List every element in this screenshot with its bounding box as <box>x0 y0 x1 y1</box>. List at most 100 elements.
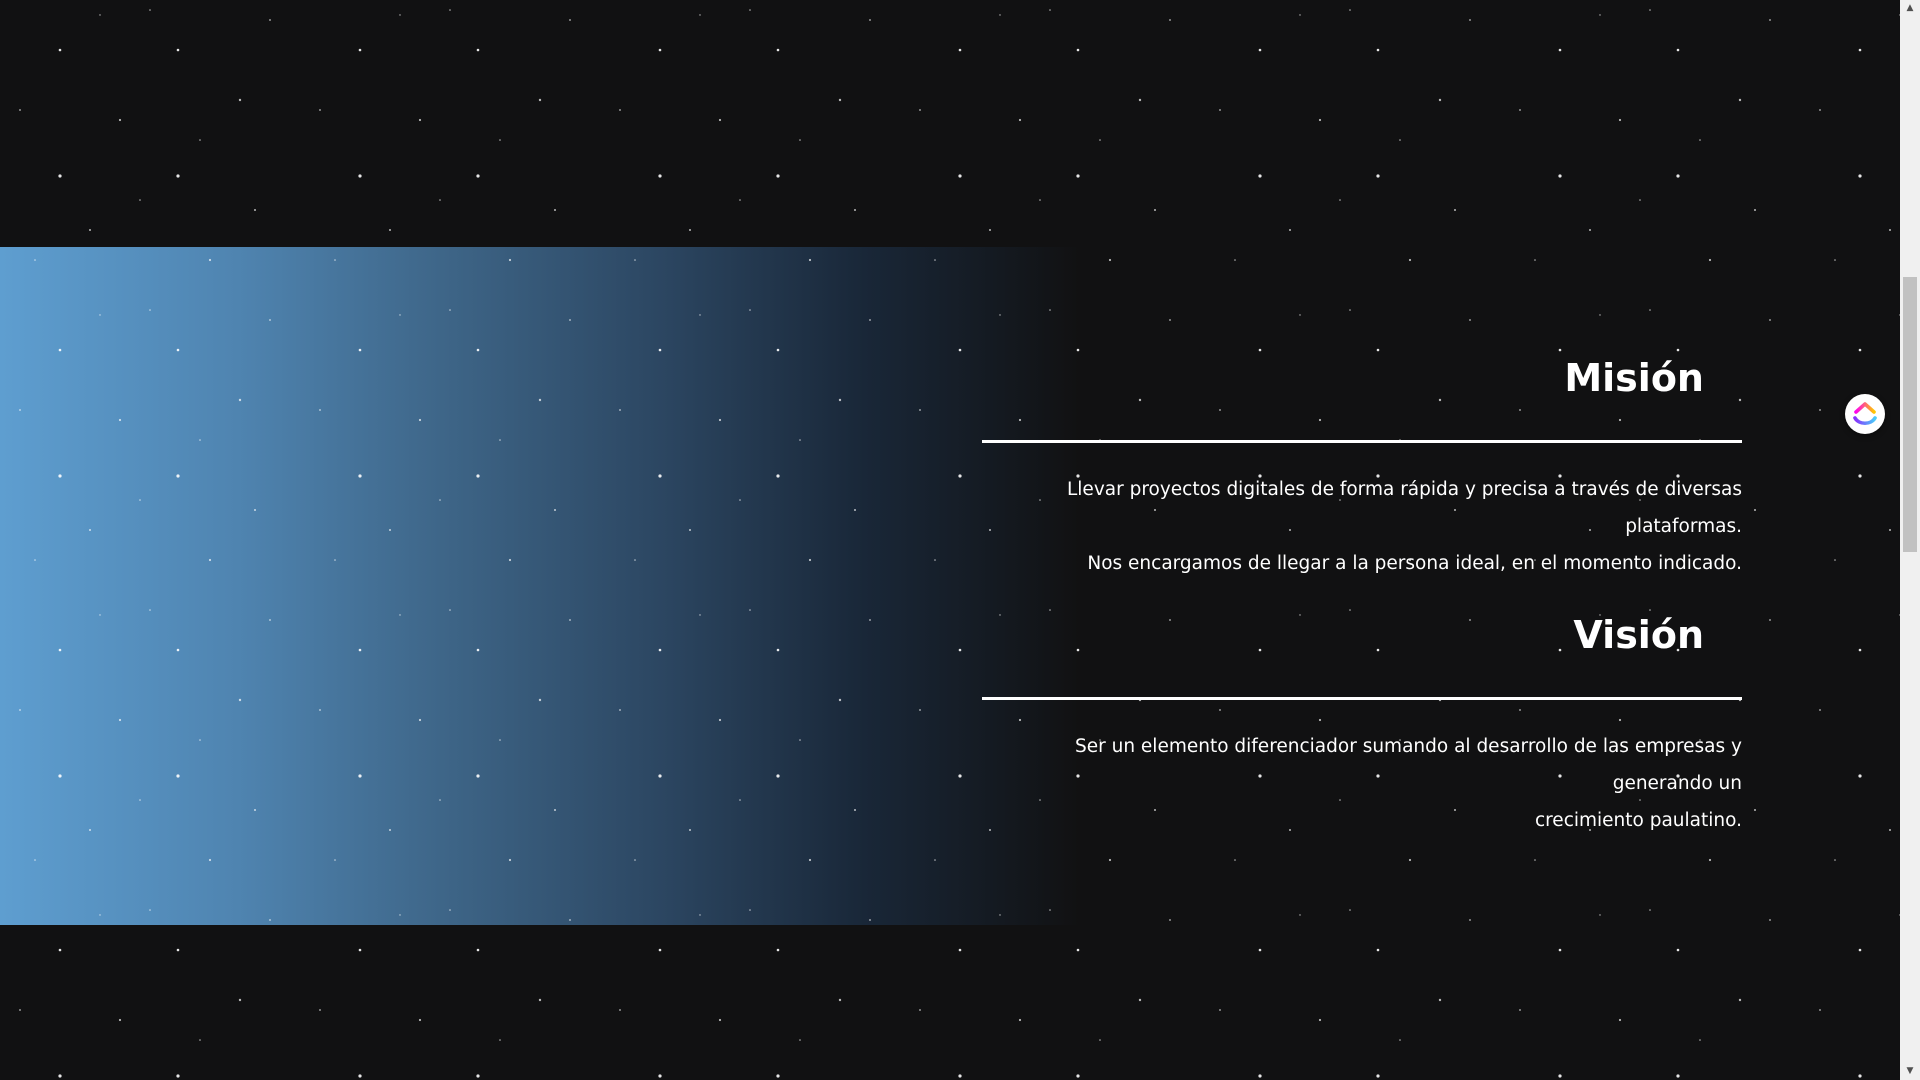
star-dot <box>99 914 101 916</box>
star-dot <box>838 98 842 102</box>
star-dot <box>689 829 691 831</box>
star-dot <box>58 774 62 778</box>
star-dot <box>554 509 556 511</box>
star-dot <box>634 859 636 861</box>
star-dot <box>658 948 662 952</box>
star-dot <box>1438 98 1442 102</box>
star-dot <box>808 258 812 262</box>
star-dot <box>658 774 662 778</box>
clickup-logo-icon <box>1853 402 1877 426</box>
star-dot <box>1858 648 1862 652</box>
star-dot <box>1299 314 1301 316</box>
star-dot <box>254 509 256 511</box>
star-dot <box>58 648 62 652</box>
star-dot <box>1376 948 1380 952</box>
star-dot <box>1738 998 1742 1002</box>
star-dot <box>1769 319 1771 321</box>
star-dot <box>34 259 36 261</box>
star-dot <box>334 259 336 261</box>
star-dot <box>869 319 871 321</box>
star-dot <box>199 139 201 141</box>
star-dot <box>1076 948 1080 952</box>
vision-heading: Visión <box>1573 613 1704 657</box>
vertical-scrollbar[interactable]: ▲ ▼ <box>1900 0 1920 1080</box>
star-dot <box>569 19 571 21</box>
star-dot <box>854 209 856 211</box>
star-dot <box>1534 259 1536 261</box>
star-dot <box>1889 829 1891 831</box>
star-dot <box>1349 9 1351 11</box>
star-dot <box>958 774 962 778</box>
star-dot <box>1699 1039 1701 1041</box>
star-dot <box>58 348 62 352</box>
star-dot <box>1676 348 1680 352</box>
star-dot <box>1858 474 1862 478</box>
star-dot <box>1376 174 1380 178</box>
star-dot <box>34 859 36 861</box>
star-dot <box>776 48 780 52</box>
star-dot <box>1469 319 1471 321</box>
star-dot <box>58 948 62 952</box>
mission-heading: Misión <box>1564 356 1704 400</box>
star-dot <box>934 859 936 861</box>
star-dot <box>689 229 691 231</box>
star-dot <box>399 914 401 916</box>
star-dot <box>958 48 962 52</box>
star-dot <box>1376 1074 1380 1078</box>
star-dot <box>1258 174 1262 178</box>
star-dot <box>1376 48 1380 52</box>
star-dot <box>958 648 962 652</box>
star-dot <box>449 909 451 911</box>
star-dot <box>334 859 336 861</box>
star-dot <box>1289 229 1291 231</box>
star-dot <box>58 474 62 478</box>
star-dot <box>1819 1009 1821 1011</box>
star-dot <box>1558 174 1562 178</box>
star-dot <box>1076 174 1080 178</box>
star-dot <box>658 648 662 652</box>
star-dot <box>58 48 62 52</box>
star-dot <box>238 698 242 702</box>
star-dot <box>1708 858 1712 862</box>
star-dot <box>869 19 871 21</box>
star-dot <box>358 174 362 178</box>
star-dot <box>1169 319 1171 321</box>
star-dot <box>1399 139 1401 141</box>
star-dot <box>1676 948 1680 952</box>
star-dot <box>358 1074 362 1078</box>
star-dot <box>1589 229 1591 231</box>
mission-vision-content: Misión Llevar proyectos digitales de for… <box>982 355 1742 839</box>
star-dot <box>934 559 936 561</box>
star-dot <box>269 19 271 21</box>
star-dot <box>508 858 512 862</box>
scrollbar-thumb[interactable] <box>1903 277 1917 552</box>
star-dot <box>1819 409 1821 411</box>
star-dot <box>699 914 701 916</box>
scroll-up-arrow-icon[interactable]: ▲ <box>1900 0 1920 17</box>
star-dot <box>1639 199 1641 201</box>
star-dot <box>199 439 201 441</box>
star-dot <box>476 174 480 178</box>
star-dot <box>358 48 362 52</box>
star-dot <box>1599 14 1601 16</box>
star-dot <box>1558 1074 1562 1078</box>
star-dot <box>538 98 542 102</box>
star-dot <box>776 648 780 652</box>
star-dot <box>1076 1074 1080 1078</box>
mission-divider <box>982 440 1742 443</box>
star-dot <box>1599 314 1601 316</box>
star-dot <box>958 948 962 952</box>
star-dot <box>1099 1039 1101 1041</box>
star-dot <box>1169 919 1171 921</box>
star-dot <box>569 619 571 621</box>
scroll-down-arrow-icon[interactable]: ▼ <box>1900 1063 1920 1080</box>
star-dot <box>1234 259 1236 261</box>
star-dot <box>1649 309 1651 311</box>
clickup-widget-button[interactable] <box>1845 394 1885 434</box>
star-dot <box>439 799 441 801</box>
star-dot <box>1154 209 1156 211</box>
star-dot <box>776 1074 780 1078</box>
star-dot <box>1049 909 1051 911</box>
star-dot <box>799 1039 801 1041</box>
star-dot <box>118 718 122 722</box>
